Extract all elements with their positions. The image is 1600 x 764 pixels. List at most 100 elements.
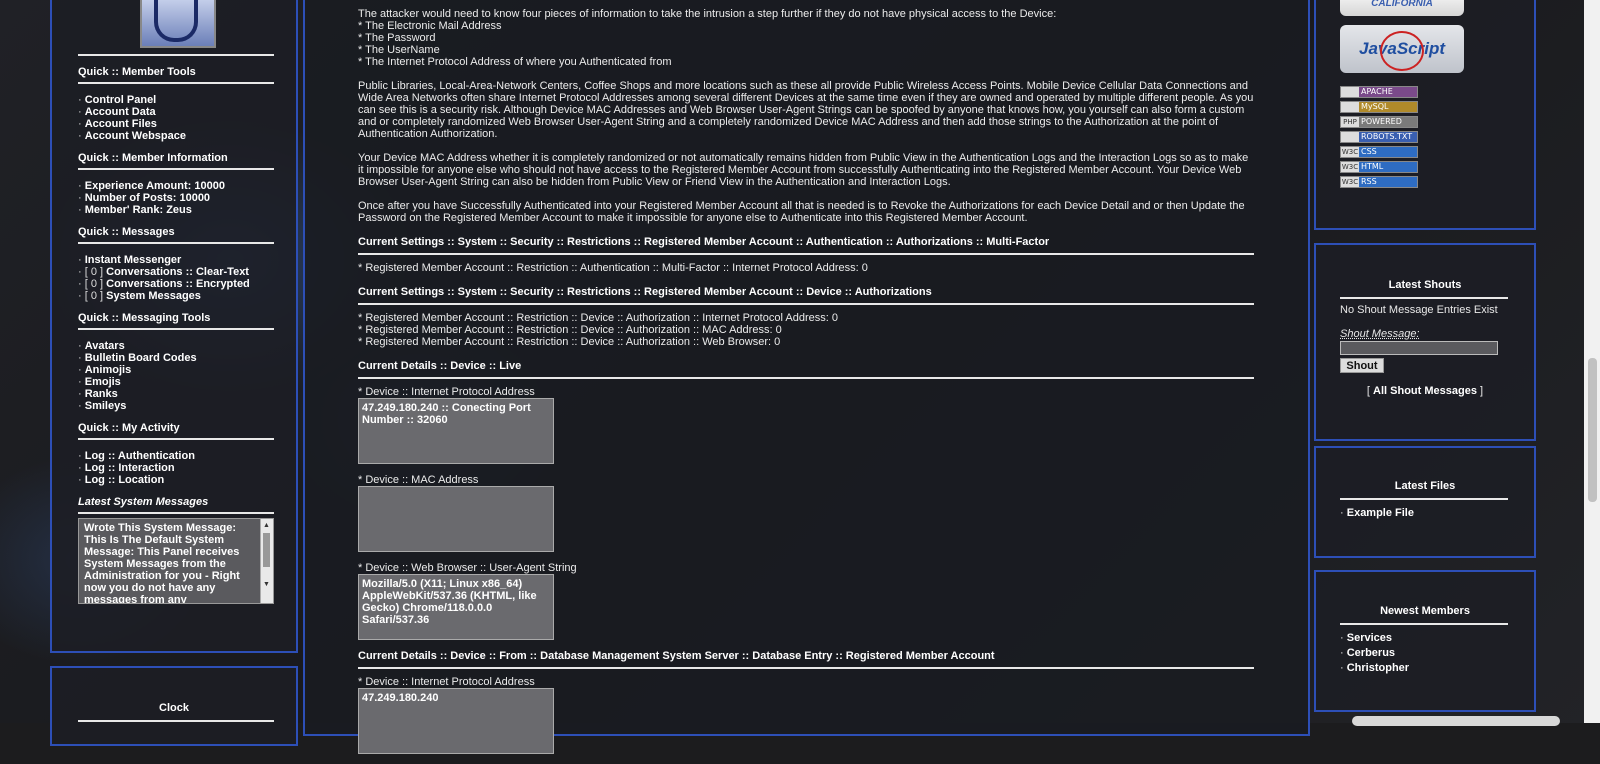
- list-item: · Account Data: [78, 106, 156, 118]
- system-messages-textarea[interactable]: Wrote This System Message: This Is The D…: [78, 518, 274, 604]
- list-item: · Account Files: [78, 118, 157, 130]
- account-data-link[interactable]: Account Data: [85, 106, 156, 118]
- my-activity-list: · Log :: Authentication · Log :: Interac…: [78, 450, 274, 486]
- log-location-link[interactable]: Log :: Location: [85, 474, 164, 486]
- device-auth-browser-line: * Registered Member Account :: Restricti…: [358, 336, 781, 348]
- encrypted-count: [ 0 ]: [84, 278, 104, 290]
- log-interaction-link[interactable]: Log :: Interaction: [85, 462, 175, 474]
- live-ip-textarea[interactable]: 47.249.180.240 :: Conecting Port Number …: [358, 398, 554, 464]
- shout-message-input[interactable]: [1340, 341, 1498, 355]
- ranks-link[interactable]: Ranks: [85, 388, 118, 400]
- php-badge[interactable]: PHP POWERED: [1340, 116, 1418, 128]
- system-messages-scrollbar[interactable]: ▲ ▼: [260, 519, 273, 603]
- live-useragent-label: * Device :: Web Browser :: User-Agent St…: [358, 562, 577, 574]
- mysql-badge[interactable]: MySQL: [1340, 101, 1418, 113]
- w3c-rss-badge[interactable]: W3C RSS: [1340, 176, 1418, 188]
- smileys-link[interactable]: Smileys: [85, 400, 127, 412]
- all-shout-messages-link[interactable]: All Shout Messages: [1373, 385, 1477, 397]
- messaging-tools-title: Quick :: Messaging Tools: [78, 312, 211, 324]
- member-link-services[interactable]: Services: [1347, 632, 1392, 644]
- list-item: · Avatars: [78, 340, 125, 352]
- public-wireless-paragraph: Public Libraries, Local-Area-Network Cen…: [358, 80, 1254, 140]
- badges-panel: CALIFORNIA JavaScript APACHE MySQL PHP PO…: [1314, 0, 1536, 230]
- php-label: PHP: [1341, 117, 1359, 127]
- list-item: · Member' Rank: Zeus: [78, 204, 192, 216]
- multifactor-line: * Registered Member Account :: Restricti…: [358, 262, 868, 274]
- no-shouts-text: No Shout Message Entries Exist: [1340, 304, 1498, 316]
- messaging-tools-list: · Avatars · Bulletin Board Codes · Animo…: [78, 340, 274, 412]
- number-of-posts-link[interactable]: Number of Posts: 10000: [85, 192, 210, 204]
- log-authentication-link[interactable]: Log :: Authentication: [85, 450, 195, 462]
- bullet-email: * The Electronic Mail Address: [358, 20, 502, 32]
- w3c-css-badge[interactable]: W3C CSS: [1340, 146, 1418, 158]
- bracket-open: [: [1366, 385, 1370, 397]
- robot-icon: [1341, 132, 1359, 142]
- system-message-text: Wrote This System Message: This Is The D…: [84, 522, 240, 604]
- member-rank-link[interactable]: Member' Rank: Zeus: [85, 204, 192, 216]
- conversations-clear-link[interactable]: Conversations :: Clear-Text: [106, 266, 249, 278]
- apache-badge[interactable]: APACHE: [1340, 86, 1418, 98]
- newest-members-title: Newest Members: [1380, 605, 1470, 617]
- list-item: · Emojis: [78, 376, 121, 388]
- conversations-encrypted-link[interactable]: Conversations :: Encrypted: [106, 278, 250, 290]
- shout-button[interactable]: Shout: [1340, 358, 1384, 373]
- member-link-cerberus[interactable]: Cerberus: [1347, 647, 1395, 659]
- list-item: · [ 0 ] System Messages: [78, 290, 201, 302]
- no-symbol-icon: [1380, 31, 1424, 71]
- latest-files-title: Latest Files: [1394, 480, 1456, 492]
- list-item: · Example File: [1340, 507, 1414, 519]
- bottom-overlay-bar: [1352, 716, 1560, 726]
- list-item: · Services: [1340, 632, 1392, 644]
- scroll-up-icon[interactable]: ▲: [263, 520, 270, 532]
- scrollbar-thumb[interactable]: [263, 533, 270, 567]
- california-badge[interactable]: CALIFORNIA: [1340, 0, 1464, 16]
- animojis-link[interactable]: Animojis: [85, 364, 131, 376]
- system-messages-link[interactable]: System Messages: [106, 290, 201, 302]
- list-item: · Control Panel: [78, 94, 157, 106]
- avatars-link[interactable]: Avatars: [85, 340, 125, 352]
- site-logo[interactable]: [140, 0, 216, 48]
- account-webspace-link[interactable]: Account Webspace: [85, 130, 186, 142]
- feather-icon: [1341, 87, 1359, 97]
- latest-system-messages-title: Latest System Messages: [78, 496, 209, 508]
- db-ip-label: * Device :: Internet Protocol Address: [358, 676, 535, 688]
- bracket-close: ]: [1480, 385, 1484, 397]
- example-file-link[interactable]: Example File: [1347, 507, 1414, 519]
- bullet-password: * The Password: [358, 32, 436, 44]
- w3c-html-badge[interactable]: W3C HTML: [1340, 161, 1418, 173]
- control-panel-link[interactable]: Control Panel: [85, 94, 157, 106]
- account-files-link[interactable]: Account Files: [85, 118, 157, 130]
- live-mac-textarea[interactable]: [358, 486, 554, 552]
- member-info-list: · Experience Amount: 10000 · Number of P…: [78, 180, 274, 216]
- list-item: · [ 0 ] Conversations :: Encrypted: [78, 278, 250, 290]
- messages-list: · Instant Messenger · [ 0 ] Conversation…: [78, 254, 274, 302]
- mini-badge-list: APACHE MySQL PHP POWERED ROBOTS.TXT W3C CS…: [1340, 86, 1420, 191]
- bulletin-board-codes-link[interactable]: Bulletin Board Codes: [85, 352, 197, 364]
- intro-text: The attacker would need to know four pie…: [358, 8, 1057, 20]
- w3c-label: W3C: [1341, 177, 1359, 187]
- device-auth-mac-line: * Registered Member Account :: Restricti…: [358, 324, 782, 336]
- page-scrollbar[interactable]: [1584, 0, 1600, 723]
- experience-amount-link[interactable]: Experience Amount: 10000: [85, 180, 225, 192]
- member-tools-title: Quick :: Member Tools: [78, 66, 196, 78]
- member-link-christopher[interactable]: Christopher: [1347, 662, 1409, 674]
- javascript-badge[interactable]: JavaScript: [1340, 25, 1464, 73]
- list-item: · Smileys: [78, 400, 127, 412]
- clock-panel: Clock: [50, 666, 298, 746]
- device-auth-ip-line: * Registered Member Account :: Restricti…: [358, 312, 838, 324]
- db-ip-textarea[interactable]: 47.249.180.240: [358, 688, 554, 754]
- list-item: · Animojis: [78, 364, 132, 376]
- list-item: · Christopher: [1340, 662, 1410, 674]
- page-scrollbar-thumb[interactable]: [1588, 358, 1597, 502]
- database-entry-header: Current Details :: Device :: From :: Dat…: [358, 650, 995, 662]
- my-activity-title: Quick :: My Activity: [78, 422, 180, 434]
- scroll-down-icon[interactable]: ▼: [263, 579, 270, 591]
- device-authorizations-header: Current Settings :: System :: Security :…: [358, 286, 932, 298]
- instant-messenger-link[interactable]: Instant Messenger: [85, 254, 182, 266]
- emojis-link[interactable]: Emojis: [85, 376, 121, 388]
- live-useragent-textarea[interactable]: Mozilla/5.0 (X11; Linux x86_64) AppleWeb…: [358, 574, 554, 640]
- robots-badge[interactable]: ROBOTS.TXT: [1340, 131, 1418, 143]
- clear-count: [ 0 ]: [84, 266, 104, 278]
- list-item: · Log :: Location: [78, 474, 165, 486]
- shout-message-label: Shout Message:: [1340, 328, 1420, 340]
